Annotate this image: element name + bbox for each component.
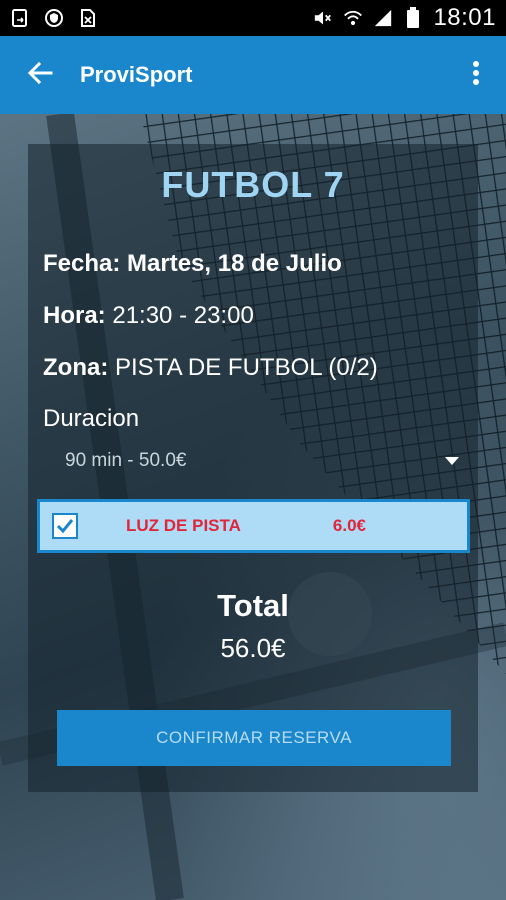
date-value: Martes, 18 de Julio [127, 250, 342, 277]
more-vert-icon [472, 60, 480, 91]
extra-checkbox[interactable] [52, 513, 78, 539]
date-line: Fecha: Martes, 18 de Julio [43, 250, 342, 278]
checkmark-icon [56, 519, 74, 534]
no-sim-icon [78, 8, 98, 28]
shield-icon [44, 8, 64, 28]
sport-title: FUTBOL 7 [161, 164, 345, 205]
date-label: Fecha: [43, 250, 121, 277]
status-time: 18:01 [433, 4, 496, 31]
app-bar: ProviSport [0, 36, 506, 114]
wifi-icon [343, 8, 363, 28]
arrow-left-icon [27, 61, 53, 90]
mute-icon [313, 8, 333, 28]
app-title: ProviSport [80, 62, 193, 87]
extra-price: 6.0€ [332, 516, 367, 535]
extra-option-row[interactable]: LUZ DE PISTA 6.0€ [37, 499, 470, 553]
duration-label: Duracion [43, 405, 140, 432]
extra-name: LUZ DE PISTA [126, 516, 241, 535]
time-line: Hora: 21:30 - 23:00 [43, 302, 254, 330]
duration-selected-value: 90 min - 50.0€ [65, 450, 187, 471]
back-button[interactable] [0, 36, 80, 114]
signal-icon [373, 8, 393, 28]
zone-line: Zona: PISTA DE FUTBOL (0/2) [43, 354, 378, 382]
total-value: 56.0€ [220, 633, 286, 663]
battery-icon [403, 7, 423, 28]
time-value: 21:30 - 23:00 [112, 302, 254, 329]
overflow-menu-button[interactable] [446, 36, 506, 114]
status-bar: 18:01 [0, 0, 506, 36]
duration-select[interactable]: 90 min - 50.0€ [43, 440, 463, 482]
zone-value: PISTA DE FUTBOL (0/2) [115, 354, 378, 381]
zone-label: Zona: [43, 354, 109, 381]
confirm-reservation-button[interactable]: CONFIRMAR RESERVA [57, 710, 451, 766]
dropdown-arrow-icon [445, 457, 459, 465]
screenshot-icon [10, 8, 30, 28]
time-label: Hora: [43, 302, 106, 329]
total-label: Total [217, 588, 289, 623]
